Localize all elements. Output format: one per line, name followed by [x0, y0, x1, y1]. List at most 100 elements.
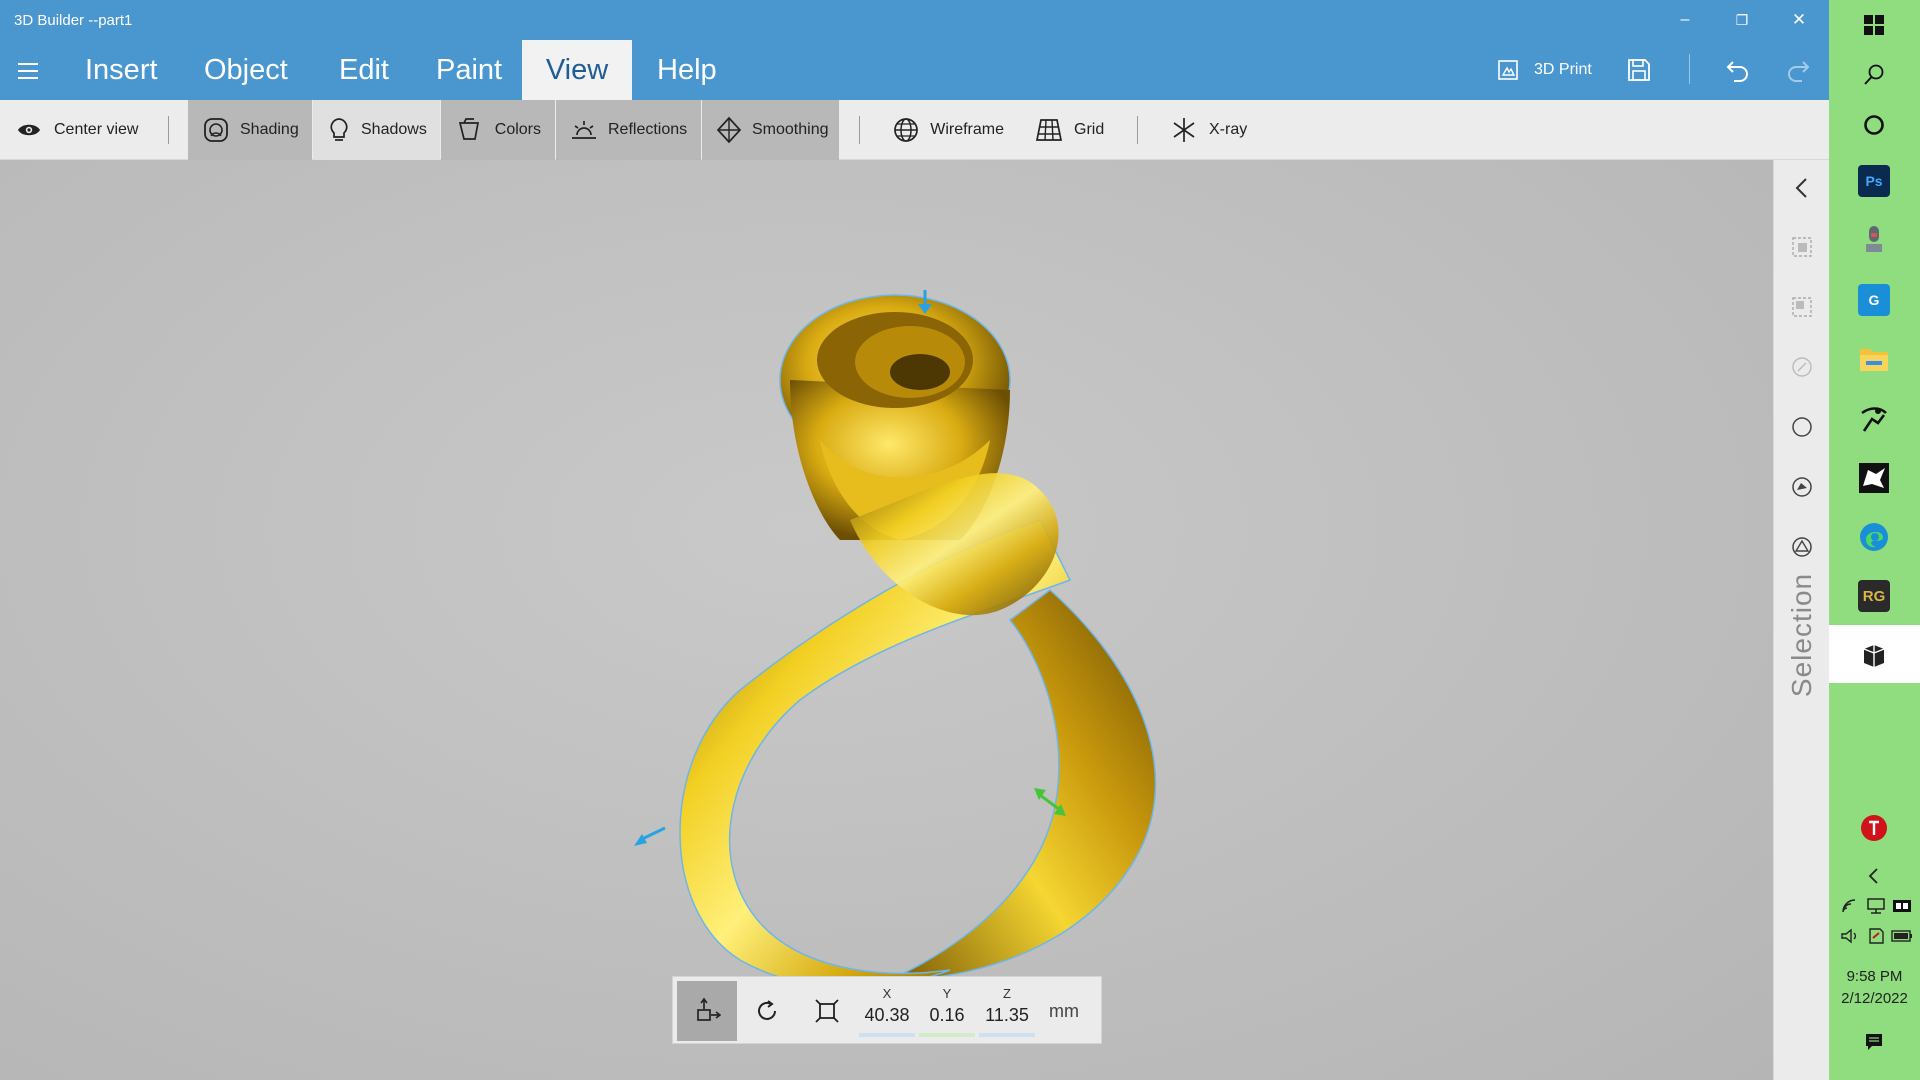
network-icon[interactable]	[1865, 896, 1887, 916]
ribbon-divider	[1137, 116, 1138, 144]
smoothing-label: Smoothing	[752, 121, 829, 138]
taskbar-app-file-explorer[interactable]	[1853, 338, 1895, 380]
wireframe-toggle[interactable]: Wireframe	[878, 100, 1018, 160]
display-icon[interactable]	[1891, 896, 1913, 916]
select-inverse-button[interactable]	[1788, 293, 1816, 321]
rotate-icon	[758, 1000, 776, 1020]
save-icon	[1628, 59, 1650, 81]
rhinogold-icon: RG	[1858, 580, 1890, 612]
paint-bucket-icon	[455, 115, 485, 145]
scale-mode-button[interactable]	[797, 981, 857, 1041]
select-face-button[interactable]	[1788, 473, 1816, 501]
smoothing-toggle[interactable]: Smoothing	[702, 100, 839, 160]
gold-ring-model[interactable]	[620, 290, 1200, 990]
reflections-toggle[interactable]: Reflections	[556, 100, 701, 160]
undo-icon	[1726, 61, 1748, 82]
title-menu-bar: 3D Builder --part1 – ❐ ✕ Insert Object E…	[0, 0, 1829, 100]
rotate-mode-button[interactable]	[737, 981, 797, 1041]
3d-print-label: 3D Print	[1534, 61, 1592, 78]
show-hidden-icons-button[interactable]	[1853, 855, 1895, 897]
tab-paint[interactable]: Paint	[412, 40, 526, 100]
z-value: 11.35	[985, 1005, 1029, 1025]
x-coordinate-field[interactable]: X 40.38	[857, 981, 917, 1041]
action-center-button[interactable]	[1853, 1021, 1895, 1063]
battery-icon[interactable]	[1891, 926, 1913, 946]
rhino-icon	[1859, 463, 1889, 493]
select-all-icon	[1792, 237, 1812, 257]
lightbulb-icon	[327, 115, 351, 145]
chevron-left-icon	[1868, 868, 1878, 884]
tab-edit[interactable]: Edit	[315, 40, 413, 100]
hamburger-menu-icon[interactable]	[14, 60, 42, 82]
x-ray-toggle[interactable]: X-ray	[1155, 100, 1265, 160]
shadows-label: Shadows	[361, 121, 427, 138]
collapse-panel-button[interactable]	[1788, 174, 1816, 202]
close-button[interactable]: ✕	[1776, 4, 1822, 36]
tab-object[interactable]: Object	[180, 40, 312, 100]
color-select-icon	[1792, 357, 1812, 377]
search-button[interactable]	[1853, 53, 1895, 95]
undo-button[interactable]	[1724, 52, 1752, 88]
search-icon	[1864, 64, 1884, 85]
tab-insert[interactable]: Insert	[61, 40, 182, 100]
wifi-icon[interactable]	[1839, 896, 1861, 916]
colors-toggle[interactable]: Colors	[441, 100, 555, 160]
toolbar-divider	[1689, 54, 1690, 84]
restore-button[interactable]: ❐	[1719, 4, 1765, 36]
edge-icon	[1860, 523, 1888, 551]
taskbar-app-zbrush[interactable]	[1853, 398, 1895, 440]
shading-toggle[interactable]: Shading	[188, 100, 312, 160]
move-mode-button[interactable]	[677, 981, 737, 1041]
triangle-select-icon	[1792, 537, 1812, 557]
tab-view[interactable]: View	[522, 40, 632, 100]
sunrise-icon	[570, 115, 598, 145]
3d-viewport[interactable]	[0, 160, 1773, 1080]
shadows-toggle[interactable]: Shadows	[313, 100, 440, 160]
start-button[interactable]	[1853, 4, 1895, 46]
face-select-icon	[1792, 477, 1812, 497]
taskbar-app-3d-builder[interactable]	[1853, 634, 1895, 676]
taskbar-app-edge[interactable]	[1853, 516, 1895, 558]
center-view-button[interactable]: Center view	[0, 100, 168, 160]
tab-help[interactable]: Help	[633, 40, 741, 100]
grid-label: Grid	[1074, 121, 1105, 138]
globe-icon	[892, 115, 920, 145]
y-value: 0.16	[929, 1005, 965, 1025]
taskbar-app-rhinogold[interactable]: RG	[1853, 575, 1895, 617]
select-object-button[interactable]	[1788, 413, 1816, 441]
redo-button[interactable]	[1784, 52, 1812, 88]
select-by-color-button[interactable]	[1788, 353, 1816, 381]
sd-card-icon[interactable]	[1865, 926, 1887, 946]
taskbar-app-microphone[interactable]	[1853, 219, 1895, 261]
taskbar-app-red[interactable]	[1853, 807, 1895, 849]
zbrush-icon	[1861, 407, 1887, 432]
reflections-label: Reflections	[608, 121, 688, 138]
cortana-button[interactable]	[1853, 104, 1895, 146]
minimize-button[interactable]: –	[1662, 4, 1708, 36]
grid-toggle[interactable]: Grid	[1020, 100, 1130, 160]
unit-label[interactable]: mm	[1049, 981, 1079, 1041]
wireframe-label: Wireframe	[930, 121, 1004, 138]
center-view-label: Center view	[54, 121, 139, 138]
ribbon-divider	[168, 116, 169, 144]
taskbar-app-photoshop[interactable]: Ps	[1853, 160, 1895, 202]
select-all-button[interactable]	[1788, 233, 1816, 261]
red-app-icon	[1861, 815, 1887, 841]
selection-side-panel: Selection	[1773, 160, 1829, 1080]
3d-print-button[interactable]: 3D Print	[1496, 52, 1592, 88]
window-title: 3D Builder --part1	[14, 12, 133, 29]
save-button[interactable]	[1626, 52, 1652, 88]
view-ribbon: Center view Shading Shadows Colors Refle…	[0, 100, 1829, 160]
volume-icon[interactable]	[1839, 926, 1861, 946]
y-coordinate-field[interactable]: Y 0.16	[917, 981, 977, 1041]
system-clock[interactable]: 9:58 PM 2/12/2022	[1829, 966, 1920, 1010]
z-coordinate-field[interactable]: Z 11.35	[977, 981, 1037, 1041]
select-edge-button[interactable]	[1788, 533, 1816, 561]
taskbar-app-rhino[interactable]	[1853, 457, 1895, 499]
ribbon-divider	[859, 116, 860, 144]
asterisk-icon	[1169, 115, 1199, 145]
taskbar-app-grammarly[interactable]: G	[1853, 279, 1895, 321]
y-axis-bar	[919, 1033, 975, 1037]
microphone-icon	[1866, 226, 1882, 252]
grammarly-icon: G	[1858, 284, 1890, 316]
